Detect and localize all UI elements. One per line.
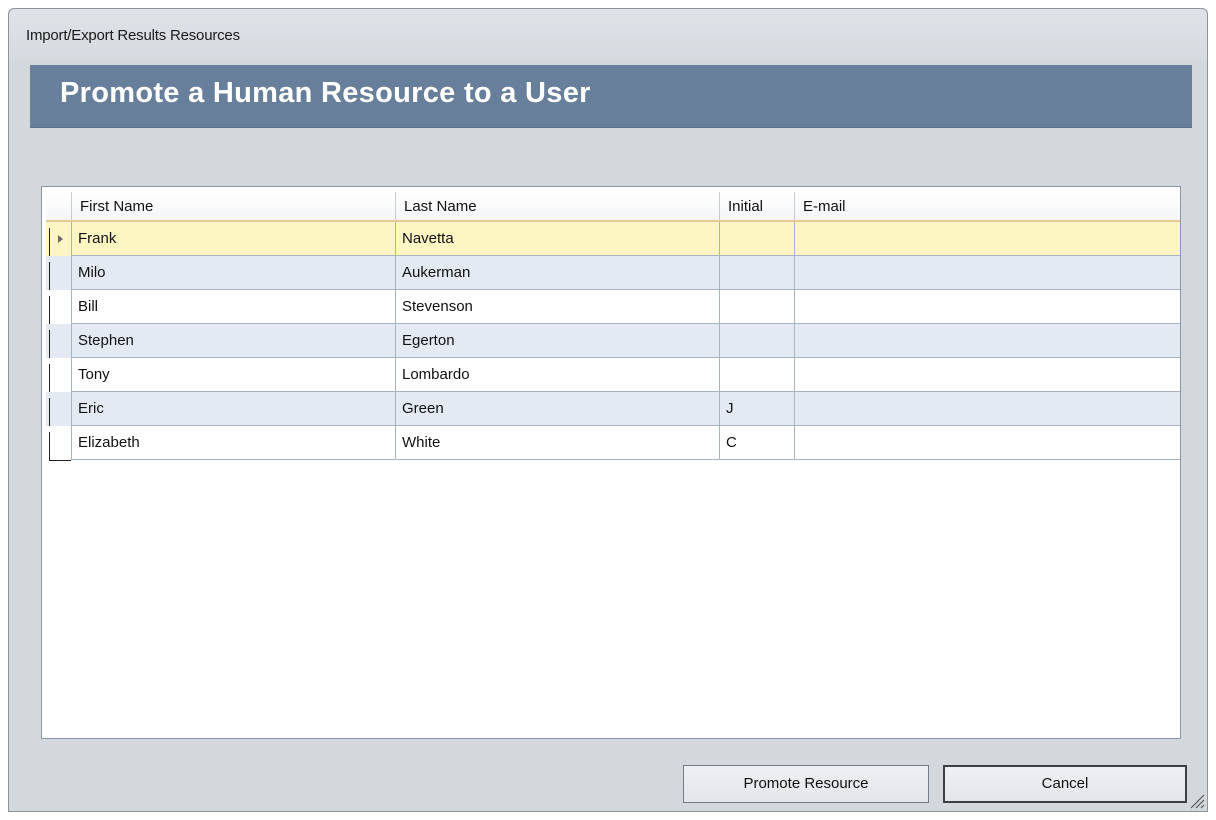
- cell-initial[interactable]: C: [720, 426, 795, 460]
- promote-resource-button[interactable]: Promote Resource: [683, 765, 929, 803]
- window-title: Import/Export Results Resources: [26, 27, 240, 44]
- cell-email[interactable]: [795, 358, 1180, 392]
- cell-last-name[interactable]: Aukerman: [396, 256, 720, 290]
- column-header-email[interactable]: E-mail: [795, 192, 1180, 220]
- table-row[interactable]: Frank Navetta: [46, 222, 1180, 257]
- table-row[interactable]: Bill Stevenson: [46, 290, 1180, 325]
- row-selector[interactable]: [46, 290, 72, 325]
- row-pointer-icon: [58, 235, 63, 243]
- row-selector[interactable]: [46, 426, 72, 461]
- table-row[interactable]: Elizabeth White C: [46, 426, 1180, 461]
- header-selector-cell: [46, 192, 72, 220]
- cell-initial[interactable]: [720, 358, 795, 392]
- cell-initial[interactable]: [720, 256, 795, 290]
- cell-initial[interactable]: [720, 324, 795, 358]
- cell-last-name[interactable]: White: [396, 426, 720, 460]
- cell-first-name[interactable]: Frank: [72, 222, 396, 256]
- cell-email[interactable]: [795, 426, 1180, 460]
- row-selector[interactable]: [46, 324, 72, 359]
- row-selector[interactable]: [46, 392, 72, 427]
- resize-grip-icon[interactable]: [1187, 791, 1205, 809]
- table-row[interactable]: Stephen Egerton: [46, 324, 1180, 359]
- cell-last-name[interactable]: Lombardo: [396, 358, 720, 392]
- cell-first-name[interactable]: Eric: [72, 392, 396, 426]
- cell-last-name[interactable]: Stevenson: [396, 290, 720, 324]
- table-row[interactable]: Milo Aukerman: [46, 256, 1180, 291]
- cell-initial[interactable]: J: [720, 392, 795, 426]
- cell-initial[interactable]: [720, 290, 795, 324]
- cell-first-name[interactable]: Elizabeth: [72, 426, 396, 460]
- column-header-initial[interactable]: Initial: [720, 192, 795, 220]
- table-row[interactable]: Tony Lombardo: [46, 358, 1180, 393]
- row-selector[interactable]: [46, 358, 72, 393]
- cell-last-name[interactable]: Egerton: [396, 324, 720, 358]
- cell-email[interactable]: [795, 392, 1180, 426]
- resource-grid[interactable]: First Name Last Name Initial E-mail Fran…: [41, 186, 1181, 739]
- header-banner: Promote a Human Resource to a User: [30, 65, 1192, 128]
- table-row[interactable]: Eric Green J: [46, 392, 1180, 427]
- grid-header: First Name Last Name Initial E-mail: [46, 192, 1180, 222]
- row-selector[interactable]: [46, 222, 72, 257]
- column-header-first-name[interactable]: First Name: [72, 192, 396, 220]
- title-bar[interactable]: Import/Export Results Resources: [9, 9, 1207, 61]
- dialog-window: Import/Export Results Resources Promote …: [8, 8, 1208, 812]
- cell-first-name[interactable]: Stephen: [72, 324, 396, 358]
- cancel-button[interactable]: Cancel: [943, 765, 1187, 803]
- cell-last-name[interactable]: Green: [396, 392, 720, 426]
- row-selector[interactable]: [46, 256, 72, 291]
- cell-first-name[interactable]: Bill: [72, 290, 396, 324]
- cell-email[interactable]: [795, 324, 1180, 358]
- page-title: Promote a Human Resource to a User: [60, 77, 591, 109]
- cell-initial[interactable]: [720, 222, 795, 256]
- cell-first-name[interactable]: Milo: [72, 256, 396, 290]
- cell-first-name[interactable]: Tony: [72, 358, 396, 392]
- cell-email[interactable]: [795, 222, 1180, 256]
- cell-last-name[interactable]: Navetta: [396, 222, 720, 256]
- cell-email[interactable]: [795, 256, 1180, 290]
- cell-email[interactable]: [795, 290, 1180, 324]
- column-header-last-name[interactable]: Last Name: [396, 192, 720, 220]
